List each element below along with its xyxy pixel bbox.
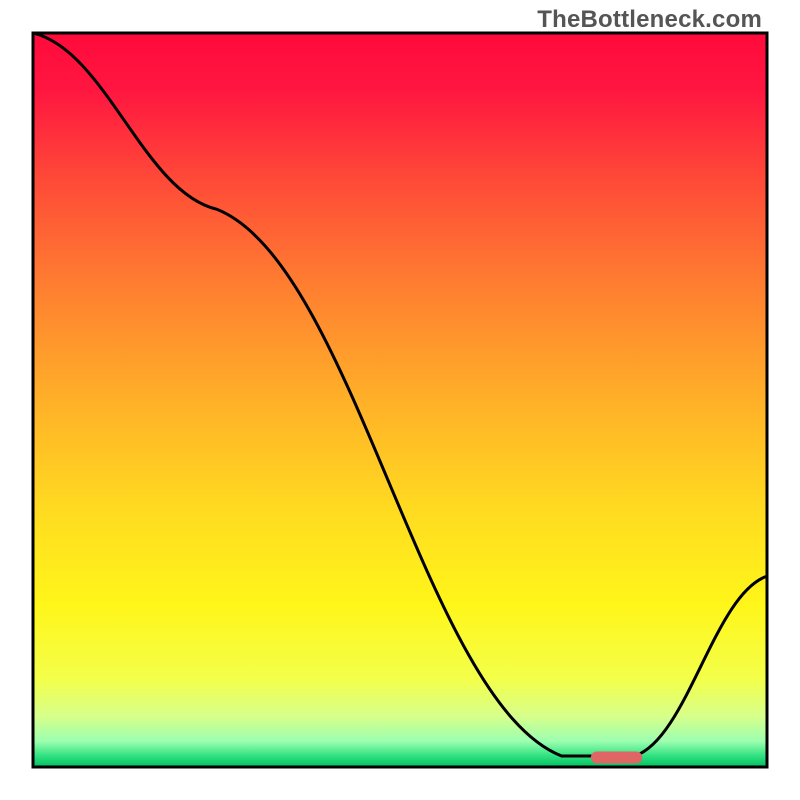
watermark-text: TheBottleneck.com <box>537 6 762 34</box>
optimal-zone-marker <box>591 751 642 763</box>
gradient-background <box>33 33 767 767</box>
chart-svg <box>0 0 800 800</box>
bottleneck-chart: TheBottleneck.com <box>0 0 800 800</box>
